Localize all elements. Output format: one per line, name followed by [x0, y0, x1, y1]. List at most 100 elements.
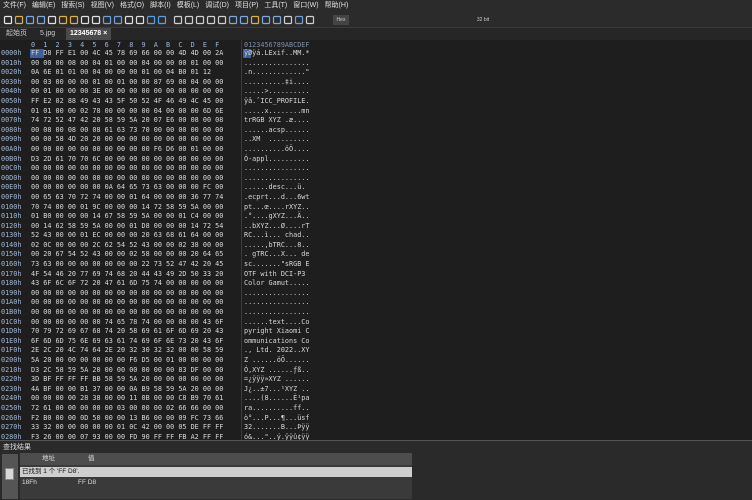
- compare-icon[interactable]: [146, 15, 156, 25]
- text-row[interactable]: ., Ltd. 2022..XY: [244, 346, 309, 356]
- menu-item-8[interactable]: 项目(P): [232, 0, 261, 12]
- hex-row[interactable]: 2E 2C 20 4C 74 64 2E 20 32 30 32 32 00 0…: [31, 346, 223, 356]
- text-row[interactable]: pt...œ....rXYZ..: [244, 203, 309, 213]
- text-row[interactable]: pyright Xiaomi C: [244, 327, 309, 337]
- hex-row[interactable]: 00 00 00 00 00 00 00 00 00 00 F6 D6 00 0…: [31, 145, 223, 155]
- text-row[interactable]: ......text....Co: [244, 318, 309, 328]
- menu-item-9[interactable]: 工具(T): [261, 0, 290, 12]
- text-row[interactable]: ÿØÿá.LExif..MM.*: [244, 49, 309, 59]
- text-row[interactable]: ..........öÖ....: [244, 145, 309, 155]
- hex-row[interactable]: 70 74 00 00 01 9C 00 00 00 14 72 58 59 5…: [31, 203, 223, 213]
- col-address-header[interactable]: 地址: [42, 453, 55, 465]
- hex-mode-icon[interactable]: [173, 15, 183, 25]
- hex-row[interactable]: 73 63 00 00 00 00 00 00 00 22 73 52 47 4…: [31, 260, 223, 270]
- pilcrow-icon[interactable]: [195, 15, 205, 25]
- text-row[interactable]: Z ......öÕ......: [244, 356, 309, 366]
- text-row[interactable]: J¿..±7...¹XYZ ..: [244, 385, 309, 395]
- text-row[interactable]: Color Gamut.....: [244, 279, 309, 289]
- text-row[interactable]: ......desc...ü.: [244, 183, 309, 193]
- text-row[interactable]: ................: [244, 174, 309, 184]
- hex-row[interactable]: 00 00 00 00 00 00 00 00 00 00 00 00 00 0…: [31, 174, 223, 184]
- text-row[interactable]: .....>..........: [244, 87, 309, 97]
- menu-item-10[interactable]: 窗口(W): [290, 0, 321, 12]
- table-row[interactable]: 18Fh FF D8: [20, 478, 412, 488]
- hex-row[interactable]: 72 61 00 00 00 00 00 03 00 00 00 02 66 6…: [31, 404, 223, 414]
- text-row[interactable]: trRGB XYZ .æ....: [244, 116, 309, 126]
- menu-item-7[interactable]: 调试(D): [202, 0, 232, 12]
- hex-row[interactable]: 70 79 72 69 67 68 74 20 58 69 61 6F 6D 6…: [31, 327, 223, 337]
- hex-row[interactable]: F2 B0 00 00 0D 50 00 00 13 B6 00 00 09 F…: [31, 414, 223, 424]
- hex-row[interactable]: 00 00 00 00 00 00 74 65 78 74 00 00 00 0…: [31, 318, 223, 328]
- text-row[interactable]: .n.............": [244, 68, 309, 78]
- goto-icon[interactable]: [157, 15, 167, 25]
- hex-row[interactable]: 00 00 00 00 00 00 0A 64 65 73 63 00 00 0…: [31, 183, 223, 193]
- text-row[interactable]: . gTRC...X... de: [244, 250, 309, 260]
- text-row[interactable]: ................: [244, 308, 309, 318]
- text-column[interactable]: ÿØÿá.LExif..MM.*................ .n......…: [244, 49, 309, 490]
- text-row[interactable]: =¿ÿÿÿ»XYZ ......: [244, 375, 309, 385]
- hex-row[interactable]: 00 00 00 00 00 00 00 00 00 00 00 00 00 0…: [31, 164, 223, 174]
- copy-icon[interactable]: [80, 15, 90, 25]
- redo-icon[interactable]: [113, 15, 123, 25]
- hex-row[interactable]: 00 00 00 00 00 00 00 00 00 00 00 00 00 0…: [31, 289, 223, 299]
- folder-open-icon[interactable]: [69, 15, 79, 25]
- hex-row[interactable]: 00 65 63 70 72 74 00 00 01 64 00 00 00 3…: [31, 193, 223, 203]
- hex-row[interactable]: D3 2D 61 70 70 6C 00 00 00 00 00 00 00 0…: [31, 155, 223, 165]
- menu-item-11[interactable]: 帮助(H): [322, 0, 352, 12]
- text-mode-icon[interactable]: [184, 15, 194, 25]
- paste-icon[interactable]: [91, 15, 101, 25]
- hex-column[interactable]: FF D8 FF E1 00 4C 45 78 69 66 00 00 4D 4…: [31, 49, 223, 490]
- menu-item-3[interactable]: 视图(V): [88, 0, 117, 12]
- menu-item-1[interactable]: 编辑(E): [29, 0, 58, 12]
- find-icon[interactable]: [124, 15, 134, 25]
- hex-row[interactable]: 00 00 00 00 00 00 00 00 00 00 00 00 00 0…: [31, 308, 223, 318]
- inspector-icon[interactable]: [272, 15, 282, 25]
- text-row[interactable]: ....(8......È¹pa: [244, 394, 309, 404]
- hex-row[interactable]: 00 00 58 4D 20 20 00 00 00 00 00 00 00 0…: [31, 135, 223, 145]
- text-row[interactable]: .....x........mn: [244, 107, 309, 117]
- text-row[interactable]: ................: [244, 289, 309, 299]
- text-row[interactable]: .....,bTRC...8..: [244, 241, 309, 251]
- hex-row[interactable]: 01 B0 00 00 00 14 67 58 59 5A 00 00 01 C…: [31, 212, 223, 222]
- text-row[interactable]: OTF with DCI-P3: [244, 270, 309, 280]
- hex-row[interactable]: 3D BF FF FF FF BB 58 59 5A 20 00 00 00 0…: [31, 375, 223, 385]
- text-row[interactable]: ................: [244, 59, 309, 69]
- hex-row[interactable]: 33 32 00 00 00 00 00 01 0C 42 00 00 05 D…: [31, 423, 223, 433]
- menu-item-0[interactable]: 文件(F): [0, 0, 29, 12]
- hex-row[interactable]: 02 0C 00 00 00 2C 62 54 52 43 00 00 02 3…: [31, 241, 223, 251]
- tab-12345678[interactable]: 12345678 ×: [66, 28, 112, 40]
- text-row[interactable]: .°....gXYZ...Ä..: [244, 212, 309, 222]
- hex-row[interactable]: 00 20 67 54 52 43 00 00 02 58 00 00 00 2…: [31, 250, 223, 260]
- text-row[interactable]: ommunications Co: [244, 337, 309, 347]
- col-value-header[interactable]: 值: [88, 453, 95, 465]
- hex-row[interactable]: D3 2C 58 59 5A 20 00 00 00 00 00 00 83 D…: [31, 366, 223, 376]
- hex-row[interactable]: 00 01 00 00 00 3E 00 00 00 00 00 00 00 0…: [31, 87, 223, 97]
- open-folder-icon[interactable]: [14, 15, 24, 25]
- hex-row[interactable]: 52 43 00 00 01 EC 00 00 00 20 63 68 61 6…: [31, 231, 223, 241]
- menu-item-2[interactable]: 搜索(S): [58, 0, 87, 12]
- hex-row[interactable]: 74 72 52 47 42 20 58 59 5A 20 07 E6 00 0…: [31, 116, 223, 126]
- hex-row[interactable]: 4F 54 46 20 77 69 74 68 20 44 43 49 2D 5…: [31, 270, 223, 280]
- text-row[interactable]: ..bXYZ...Ø....rT: [244, 222, 309, 232]
- hex-mode-button[interactable]: Hex: [333, 15, 349, 25]
- text-row[interactable]: sc......."sRGB E: [244, 260, 309, 270]
- text-row[interactable]: Ó-appl..........: [244, 155, 309, 165]
- text-row[interactable]: ra..........ff..: [244, 404, 309, 414]
- text-row[interactable]: 32.......B...Þÿÿ: [244, 423, 309, 433]
- save-all-icon[interactable]: [36, 15, 46, 25]
- hex-row[interactable]: FF D8 FF E1 00 4C 45 78 69 66 00 00 4D 4…: [31, 49, 223, 59]
- hex-editor[interactable]: 0 1 2 3 4 5 6 7 8 9 A B C D E F 01234567…: [0, 40, 752, 489]
- hex-row[interactable]: 01 01 00 00 02 78 00 00 00 00 04 00 00 0…: [31, 107, 223, 117]
- menu-item-5[interactable]: 脚本(I): [147, 0, 174, 12]
- text-row[interactable]: ò°...P...¶...üsf: [244, 414, 309, 424]
- hex-row[interactable]: 00 08 00 08 00 08 61 63 73 70 00 00 00 0…: [31, 126, 223, 136]
- hex-row[interactable]: 00 00 00 00 28 38 00 00 11 0B 00 00 C8 B…: [31, 394, 223, 404]
- histogram-icon[interactable]: [261, 15, 271, 25]
- template-icon[interactable]: [283, 15, 293, 25]
- hex-row[interactable]: FF E2 02 88 49 43 43 5F 50 52 4F 46 49 4…: [31, 97, 223, 107]
- hex-row[interactable]: 00 00 00 00 00 00 00 00 00 00 00 00 00 0…: [31, 298, 223, 308]
- hex-row[interactable]: 4A BF 00 00 B1 37 00 00 0A B9 58 59 5A 2…: [31, 385, 223, 395]
- hex-row[interactable]: 43 6F 6C 6F 72 20 47 61 6D 75 74 00 00 0…: [31, 279, 223, 289]
- hex-row[interactable]: 6F 6D 6D 75 6E 69 63 61 74 69 6F 6E 73 2…: [31, 337, 223, 347]
- tab-5-jpg[interactable]: 5.jpg: [36, 28, 59, 40]
